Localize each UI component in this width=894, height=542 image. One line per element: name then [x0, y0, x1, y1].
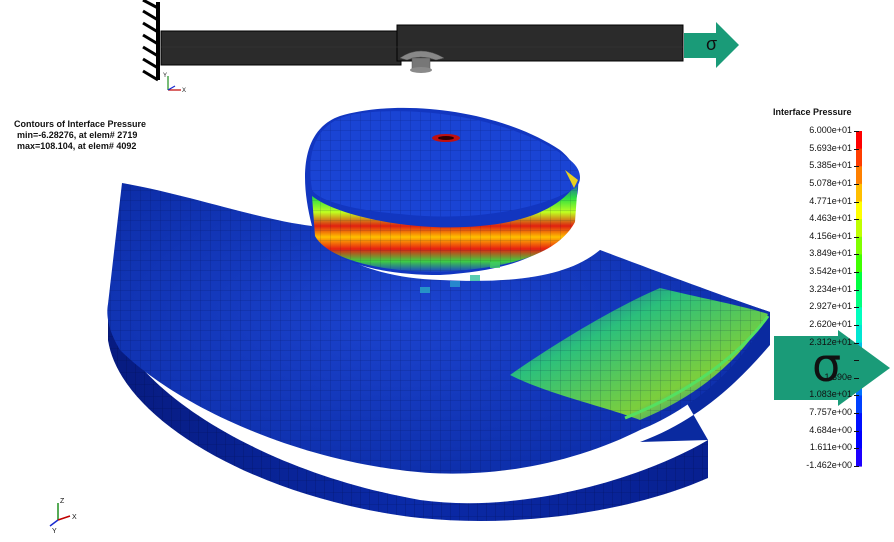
legend-swatch: [856, 236, 862, 256]
legend-label: 5.078e+01: [809, 177, 852, 188]
legend-swatch: [856, 272, 862, 291]
legend-label: 4.463e+01: [809, 213, 852, 224]
triad-small-x: X: [182, 88, 186, 94]
beam-left: [160, 30, 402, 66]
legend-label: 4.156e+01: [809, 230, 852, 241]
legend-swatch: [856, 131, 862, 150]
legend-label: 7.757e+00: [809, 407, 852, 418]
triad-y: Y: [52, 528, 57, 535]
legend-swatch: [856, 183, 862, 203]
legend-swatch: [856, 254, 862, 273]
legend-tick: [854, 272, 859, 274]
legend-label: 6.000e+01: [809, 125, 852, 135]
legend-tick: [854, 342, 859, 344]
triad-z: Z: [60, 498, 65, 505]
legend-label: 2.620e+01: [809, 318, 852, 329]
legend-swatch: [856, 413, 862, 432]
legend-tick: [854, 307, 859, 309]
sigma-small-label: σ: [706, 34, 718, 54]
legend-swatch: [856, 324, 862, 344]
legend-tick: [854, 466, 859, 467]
triad-small-y: Y: [163, 73, 167, 79]
legend-label: 2.927e+01: [809, 301, 852, 312]
legend-label: 4.684e+00: [809, 424, 852, 435]
legend-tick: [854, 166, 859, 168]
legend-tick: [854, 183, 859, 185]
legend-swatch: [856, 148, 862, 167]
legend-label: -1.462e+00: [806, 460, 852, 470]
legend-label: 1.611e+00: [809, 442, 852, 453]
legend-tick: [854, 360, 859, 362]
fe-model: [107, 107, 770, 521]
legend-label: 3.234e+01: [809, 283, 852, 294]
legend-color-bar: [856, 131, 862, 467]
legend-swatch: [856, 430, 862, 449]
legend-swatch: [856, 166, 862, 185]
scene-canvas: Y X Z X Y: [49, 0, 890, 535]
legend-tick: [854, 148, 859, 150]
sigma-large-label: σ: [812, 338, 842, 392]
legend-swatch: [856, 395, 862, 414]
legend-label: 3.849e+01: [809, 248, 852, 259]
legend-tick: [854, 131, 859, 132]
legend-title: Interface Pressure: [773, 107, 852, 117]
top-schematic: Y X: [142, 0, 739, 94]
legend-tick: [854, 448, 859, 450]
wall-hatch: [142, 0, 159, 82]
legend-tick: [854, 254, 859, 256]
contour-min: min=-6.28276, at elem# 2719: [17, 130, 138, 140]
legend-swatch: [856, 201, 862, 220]
axis-triad-small-icon: Y X: [163, 73, 186, 94]
contour-title-block: Contours of Interface Pressure min=-6.28…: [14, 119, 146, 152]
legend-tick: [854, 236, 859, 238]
legend-swatch: [856, 219, 862, 238]
axis-triad-icon: Z X Y: [49, 498, 77, 535]
legend-tick: [854, 201, 859, 203]
legend-tick: [854, 430, 859, 432]
legend-tick: [854, 377, 859, 379]
legend-label: 5.385e+01: [809, 160, 852, 171]
legend-swatch: [856, 448, 862, 467]
legend-swatch: [856, 307, 862, 326]
contour-max: max=108.104, at elem# 4092: [17, 141, 137, 151]
legend-label: 5.693e+01: [809, 142, 852, 153]
legend-swatch: [856, 289, 862, 308]
contour-title: Contours of Interface Pressure: [14, 119, 147, 129]
legend-label: 4.771e+01: [809, 195, 852, 206]
legend-tick: [854, 219, 859, 221]
legend-tick: [854, 289, 859, 291]
legend-tick: [854, 413, 859, 415]
legend-tick: [854, 395, 859, 397]
legend-tick: [854, 324, 859, 326]
legend-label: 3.542e+01: [809, 266, 852, 277]
triad-x: X: [72, 514, 77, 521]
